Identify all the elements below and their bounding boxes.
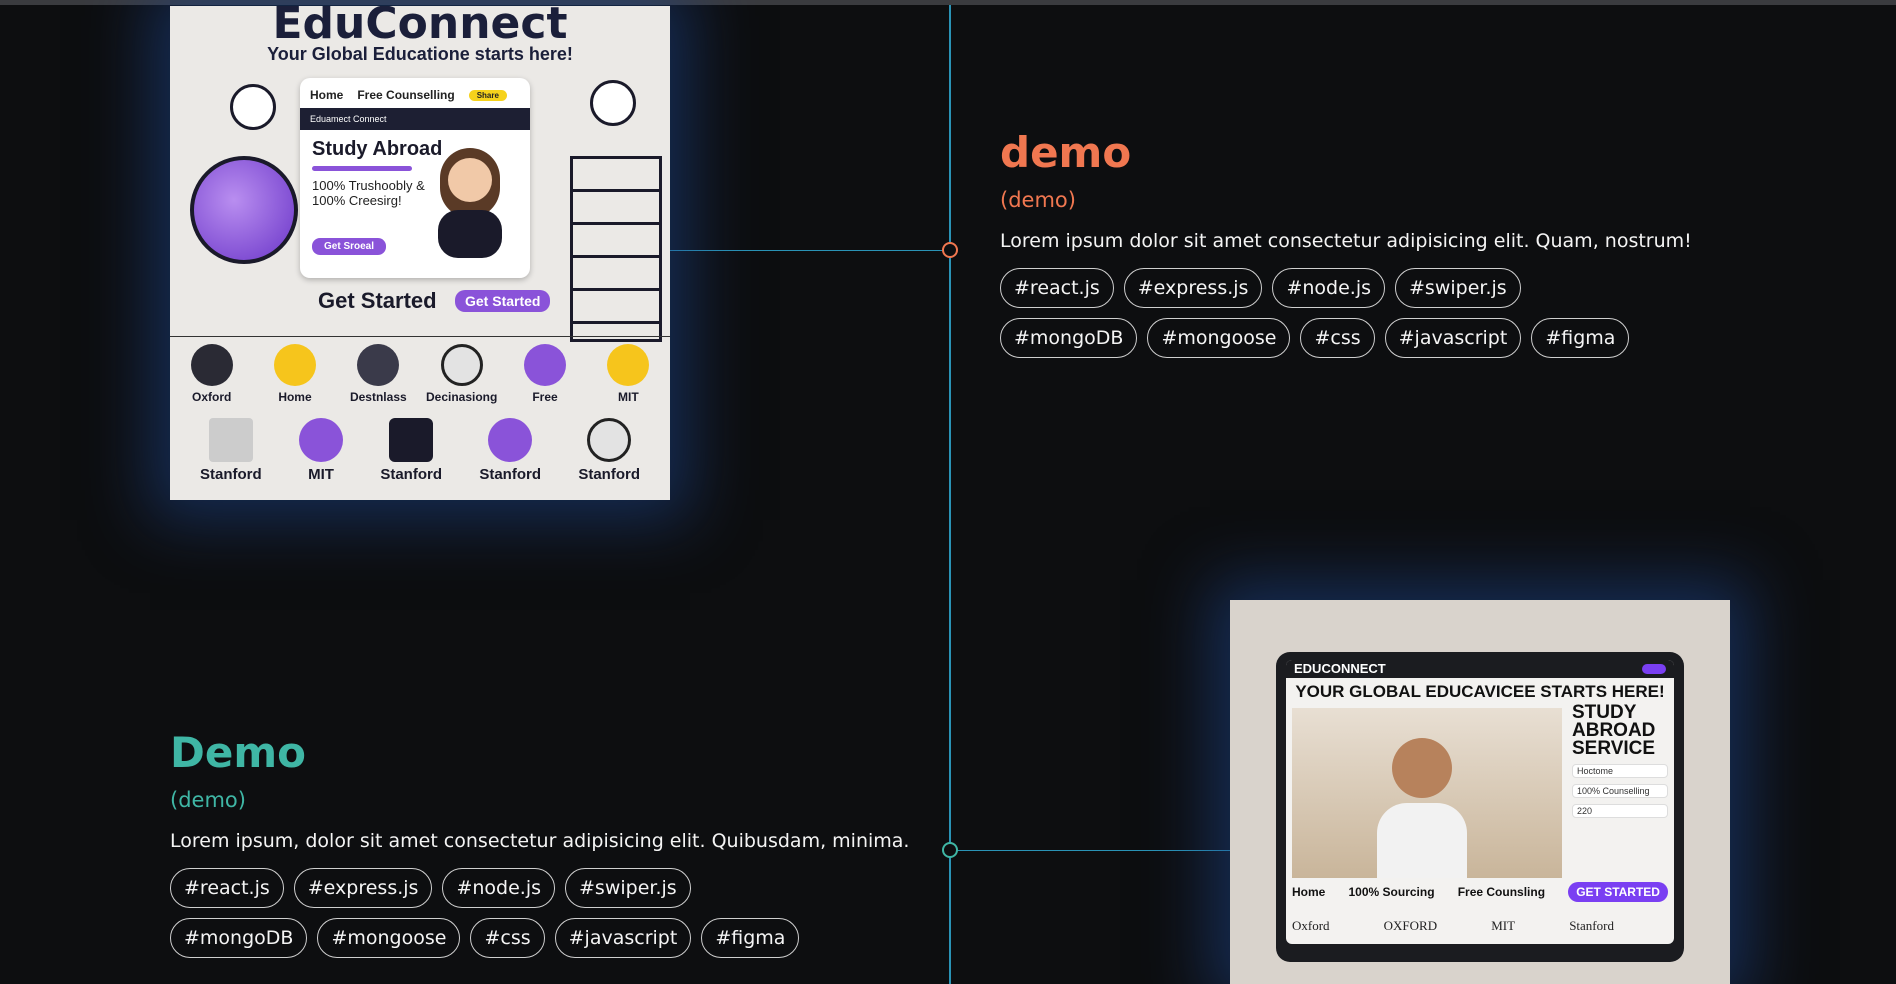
entry-subtitle-2: (demo) [170, 788, 246, 812]
thumb-icon-item: Stanford [380, 418, 442, 483]
person-body [1377, 803, 1467, 878]
thumb-school: MIT [1491, 918, 1516, 933]
tag-javascript[interactable]: #javascript [1384, 318, 1522, 358]
timeline-node-2 [942, 842, 958, 858]
thumb-stat: Home [1292, 885, 1326, 899]
tag-figma[interactable]: #figma [1531, 318, 1630, 358]
thumb-tagline: Your Global Educatione starts here! [267, 44, 573, 64]
timeline-node-1 [942, 242, 958, 258]
entry-title-1: demo [1000, 128, 1132, 177]
thumb-side-field: 100% Counselling [1572, 784, 1668, 798]
thumb-hero-text: 100% Trushoobly & 100% Creesirg! [312, 178, 425, 208]
thumb-icon-item: Free [503, 344, 586, 404]
thumb-icon-item: Stanford [479, 418, 541, 483]
clock-icon [230, 84, 276, 130]
thumb-icon-item: Stanford [200, 418, 262, 483]
tag-swiper[interactable]: #swiper.js [565, 868, 691, 908]
project-thumbnail-1[interactable]: EduConnect Your Global Educatione starts… [170, 6, 670, 500]
thumb-tab-home: Home [310, 88, 344, 102]
window-top-bar [0, 0, 1896, 5]
thumb-icon-row-2: Stanford MIT Stanford Stanford Stanford [200, 418, 640, 483]
thumb-icon-item: Decinasiong [420, 344, 503, 404]
thumb-tab-counselling: Free Counselling [357, 88, 455, 102]
entry-subtitle-1: (demo) [1000, 188, 1076, 212]
thumb-headline: YOUR GLOBAL EDUCAVICEE STARTS HERE! [1295, 682, 1665, 701]
thumb-icon-item: Destnlass [337, 344, 420, 404]
thumb-icon-item: MIT [299, 418, 343, 483]
thumb-nav: EDUCONNECT [1286, 660, 1674, 678]
thumb-side-heading: STUDY ABROAD SERVICE [1572, 702, 1656, 759]
tag-swiper[interactable]: #swiper.js [1395, 268, 1521, 308]
thumb-icon-row-1: Oxford Home Destnlass Decinasiong Free M… [170, 344, 670, 404]
thumb-hero-card: Home Free Counselling Share Eduamect Con… [300, 78, 530, 278]
thumb-icon-item: Stanford [578, 418, 640, 483]
tag-css[interactable]: #css [1300, 318, 1375, 358]
laptop-screen: EDUCONNECT YOUR GLOBAL EDUCAVICEE STARTS… [1276, 652, 1684, 962]
thumb-brand: EduConnect [272, 6, 568, 49]
tag-react[interactable]: #react.js [170, 868, 284, 908]
globe-icon [190, 156, 298, 264]
tag-express[interactable]: #express.js [1123, 268, 1263, 308]
tag-mongoose[interactable]: #mongoose [317, 918, 461, 958]
thumb-hero-button: Get Sroeal [312, 238, 387, 255]
thumb-icon-item: MIT [587, 344, 670, 404]
entry-description-1: Lorem ipsum dolor sit amet consectetur a… [1000, 230, 1692, 252]
thumb-side-panel: STUDY ABROAD SERVICE Hoctome 100% Counse… [1572, 702, 1668, 818]
tag-mongodb[interactable]: #mongoDB [1000, 318, 1138, 358]
thumb-stat: 100% Sourcing [1348, 885, 1435, 899]
thumb-hero-heading: Study Abroad [312, 138, 443, 160]
thumb-stat: Free Counsling [1457, 885, 1546, 899]
thumb-schools-row: Oxford OXFORD MIT Stanford [1292, 918, 1614, 934]
bookshelf-icon [570, 156, 662, 342]
student-photo [1292, 708, 1562, 878]
thumb-brand: EDUCONNECT [1294, 661, 1386, 676]
tag-javascript[interactable]: #javascript [554, 918, 692, 958]
tag-list-2: #react.js #express.js #node.js #swiper.j… [170, 868, 830, 958]
person-head [1392, 738, 1452, 798]
tag-css[interactable]: #css [470, 918, 545, 958]
person-illustration [438, 148, 502, 258]
thumb-cta-button: GET STARTED [1568, 882, 1668, 902]
timeline-connector-2 [950, 850, 1230, 851]
tag-figma[interactable]: #figma [701, 918, 800, 958]
tag-node[interactable]: #node.js [1272, 268, 1386, 308]
project-thumbnail-2[interactable]: EDUCONNECT YOUR GLOBAL EDUCAVICEE STARTS… [1230, 600, 1730, 984]
thumb-get-started-text: Get Started [318, 288, 437, 313]
timeline-connector-1 [670, 250, 950, 251]
thumb-page: EDUCONNECT YOUR GLOBAL EDUCAVICEE STARTS… [1286, 660, 1674, 944]
tag-express[interactable]: #express.js [293, 868, 433, 908]
entry-title-2: Demo [170, 728, 306, 777]
thumb-tabs: Home Free Counselling Share [310, 84, 520, 106]
thumb-hero-underline [312, 166, 412, 171]
timeline-line [949, 5, 951, 984]
thumb-stats-row: Home 100% Sourcing Free Counsling GET ST… [1292, 882, 1668, 902]
thumb-icon-item: Home [253, 344, 336, 404]
thumb-nav: Eduamect Connect [300, 108, 530, 130]
tag-list-1: #react.js #express.js #node.js #swiper.j… [1000, 268, 1660, 358]
thumb-divider [170, 336, 670, 337]
tag-node[interactable]: #node.js [442, 868, 556, 908]
tag-react[interactable]: #react.js [1000, 268, 1114, 308]
thumb-side-field: 220 [1572, 804, 1668, 818]
tag-mongoose[interactable]: #mongoose [1147, 318, 1291, 358]
entry-description-2: Lorem ipsum, dolor sit amet consectetur … [170, 830, 910, 852]
thumb-side-field: Hoctome [1572, 764, 1668, 778]
thumb-school: OXFORD [1383, 918, 1438, 933]
thumb-get-started-button: Get Started [455, 290, 551, 312]
tag-mongodb[interactable]: #mongoDB [170, 918, 308, 958]
thumb-nav-pill [1642, 664, 1666, 674]
thumb-school: Stanford [1569, 918, 1614, 933]
thumb-school: Oxford [1292, 918, 1330, 933]
clock-icon [590, 80, 636, 126]
thumb-icon-item: Oxford [170, 344, 253, 404]
thumb-tab-badge: Share [468, 89, 507, 101]
